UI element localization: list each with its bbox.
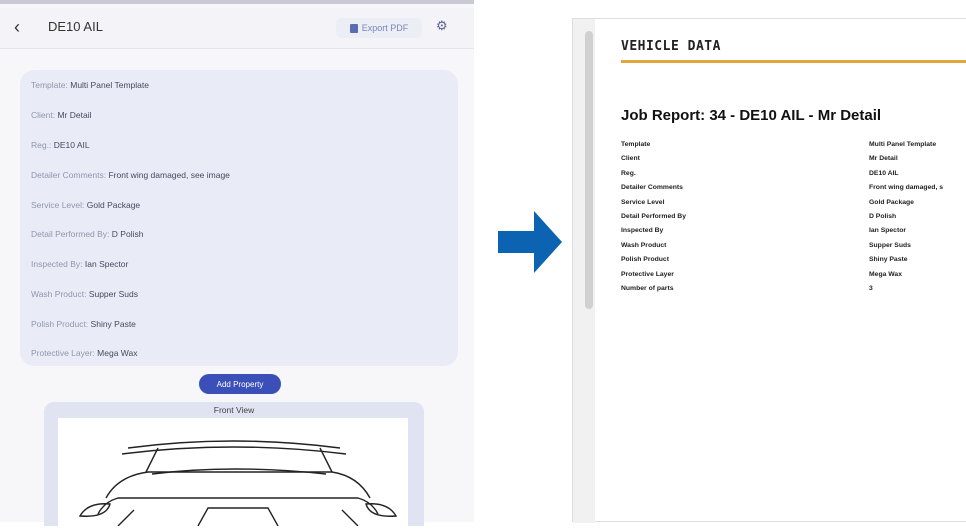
row-key: Client — [621, 155, 640, 163]
detail-row: Service Level: Gold Package — [31, 200, 140, 210]
chevron-left-icon[interactable]: ‹ — [14, 18, 32, 36]
row-value: D Polish — [869, 213, 897, 220]
detail-row: Detail Performed By: D Polish — [31, 229, 143, 239]
detail-value: Shiny Paste — [90, 319, 136, 329]
table-row: Protective Layer Mega Wax — [621, 271, 966, 285]
detail-label: Polish Product: — [31, 319, 89, 329]
detail-value: Ian Spector — [84, 259, 129, 269]
row-value: Multi Panel Template — [869, 141, 937, 148]
row-key: Service Level — [621, 198, 665, 206]
table-row: Client Mr Detail — [621, 155, 966, 169]
vehicle-diagram-panel: Front View — [44, 402, 424, 527]
table-row: Detailer Comments Front wing damaged, s — [621, 184, 966, 198]
detail-label: Client: — [31, 110, 56, 120]
detail-label: Detailer Comments: — [31, 170, 107, 180]
job-report-title: Job Report: 34 - DE10 AIL - Mr Detail — [621, 107, 882, 124]
detail-value: Supper Suds — [88, 289, 138, 299]
detail-value: Mega Wax — [97, 348, 138, 358]
detail-row: Inspected By: Ian Spector — [31, 259, 128, 269]
row-key: Wash Product — [621, 241, 667, 249]
row-value: Front wing damaged, s — [869, 184, 944, 192]
detail-row: Template: Multi Panel Template — [31, 80, 149, 90]
table-row: Polish Product Shiny Paste — [621, 256, 966, 270]
row-value: Ian Spector — [869, 227, 907, 235]
row-key: Polish Product — [621, 256, 669, 264]
row-value: Shiny Paste — [869, 256, 908, 264]
table-row: Detail Performed By D Polish — [621, 213, 966, 227]
detail-value: DE10 AIL — [53, 140, 90, 150]
export-pdf-label: Export PDF — [361, 23, 409, 33]
table-row: Wash Product Supper Suds — [621, 242, 966, 256]
car-front-icon — [78, 440, 398, 527]
row-value: Mega Wax — [869, 270, 902, 278]
detail-value: Multi Panel Template — [70, 80, 149, 90]
detail-label: Protective Layer: — [31, 348, 95, 358]
details-card: Template: Multi Panel Template Client: M… — [20, 70, 458, 366]
scrollbar-thumb[interactable] — [585, 31, 593, 309]
detail-row: Protective Layer: Mega Wax — [31, 348, 137, 358]
detail-label: Inspected By: — [31, 259, 83, 269]
arrow-right-icon — [498, 211, 562, 273]
detail-value: Front wing damaged, see image — [108, 170, 230, 180]
row-value: DE10 AIL — [869, 169, 899, 177]
detail-row: Client: Mr Detail — [31, 110, 91, 120]
table-row: Service Level Gold Package — [621, 199, 966, 213]
detail-label: Service Level: — [31, 200, 85, 210]
scrollbar[interactable] — [573, 19, 595, 523]
row-value: Mr Detail — [869, 155, 898, 163]
detail-label: Reg.: — [31, 140, 52, 150]
app-screen: ‹ DE10 AIL Export PDF ⚙ Template: Multi … — [0, 0, 474, 527]
pdf-icon — [349, 23, 358, 33]
settings-icon[interactable]: ⚙ — [436, 18, 448, 34]
row-value: Gold Package — [869, 198, 914, 206]
table-row: Number of parts 3 — [621, 285, 966, 299]
row-key: Inspected By — [621, 227, 664, 235]
detail-row: Detailer Comments: Front wing damaged, s… — [31, 170, 230, 180]
top-bar: ‹ DE10 AIL Export PDF ⚙ — [0, 8, 474, 49]
page-title: DE10 AIL — [48, 19, 103, 34]
export-pdf-button[interactable]: Export PDF — [336, 18, 422, 38]
detail-value: Mr Detail — [57, 110, 92, 120]
detail-label: Template: — [31, 80, 68, 90]
detail-row: Reg.: DE10 AIL — [31, 140, 90, 150]
add-property-button[interactable]: Add Property — [199, 374, 281, 394]
report-header: VEHICLE DATA — [621, 39, 721, 54]
detail-value: Gold Package — [86, 200, 141, 210]
detail-label: Detail Performed By: — [31, 229, 110, 239]
table-row: Template Multi Panel Template — [621, 141, 966, 155]
row-value: 3 — [869, 285, 873, 292]
row-value: Supper Suds — [869, 241, 911, 249]
detail-label: Wash Product: — [31, 289, 87, 299]
detail-row: Polish Product: Shiny Paste — [31, 319, 136, 329]
detail-row: Wash Product: Supper Suds — [31, 289, 138, 299]
row-key: Protective Layer — [621, 270, 674, 278]
row-key: Detail Performed By — [621, 213, 686, 220]
table-row: Reg. DE10 AIL — [621, 170, 966, 184]
detail-value: D Polish — [111, 229, 144, 239]
diagram-title: Front View — [213, 405, 255, 415]
report-table: Template Multi Panel Template Client Mr De… — [621, 141, 966, 311]
pdf-report-preview: VEHICLE DATA Job Report: 34 - DE10 AIL -… — [572, 18, 966, 523]
row-key: Detailer Comments — [621, 184, 683, 192]
header-rule — [621, 60, 966, 63]
row-key: Number of parts — [621, 285, 674, 292]
car-front-diagram[interactable] — [58, 418, 408, 527]
row-key: Reg. — [621, 169, 636, 177]
table-row: Inspected By Ian Spector — [621, 227, 966, 241]
row-key: Template — [621, 141, 651, 148]
